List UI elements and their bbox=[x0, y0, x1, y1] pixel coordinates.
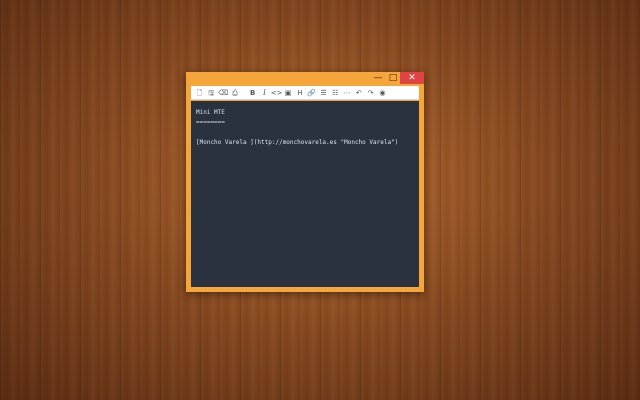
preview-icon[interactable]: ◉ bbox=[377, 87, 388, 99]
undo-icon[interactable]: ↶ bbox=[353, 87, 364, 99]
unordered-list-icon[interactable]: ☷ bbox=[330, 87, 341, 99]
horizontal-rule-icon[interactable]: ⋯ bbox=[342, 87, 353, 99]
close-button[interactable]: ✕ bbox=[400, 72, 424, 84]
image-icon[interactable]: ▣ bbox=[283, 87, 294, 99]
title-bar[interactable]: — □ ✕ bbox=[186, 72, 424, 86]
editor-line: [Moncho Varela ](http://monchovarela.es … bbox=[196, 139, 399, 146]
italic-icon[interactable]: I bbox=[259, 87, 270, 99]
code-icon[interactable]: <> bbox=[271, 87, 283, 99]
print-icon[interactable]: ⎙ bbox=[229, 87, 240, 99]
editor-window: — □ ✕ 🗋 🖫 ⌫ ⎙ B I <> ▣ H 🔗 ☰ ☷ ⋯ ↶ ↷ ◉ Mini MTE ========… bbox=[186, 72, 424, 292]
bold-icon[interactable]: B bbox=[247, 87, 258, 99]
editor-line: ======== bbox=[196, 119, 225, 126]
minimize-button[interactable]: — bbox=[371, 72, 385, 84]
markdown-toolbar: 🗋 🖫 ⌫ ⎙ B I <> ▣ H 🔗 ☰ ☷ ⋯ ↶ ↷ ◉ bbox=[191, 86, 419, 100]
eraser-icon[interactable]: ⌫ bbox=[218, 87, 229, 99]
redo-icon[interactable]: ↷ bbox=[365, 87, 376, 99]
editor-line: Mini MTE bbox=[196, 109, 225, 116]
link-icon[interactable]: 🔗 bbox=[306, 87, 317, 99]
markdown-editor[interactable]: Mini MTE ======== [Moncho Varela ](http://… bbox=[191, 101, 419, 287]
save-icon[interactable]: 🖫 bbox=[206, 87, 217, 99]
maximize-button[interactable]: □ bbox=[386, 72, 400, 84]
heading-icon[interactable]: H bbox=[294, 87, 305, 99]
ordered-list-icon[interactable]: ☰ bbox=[318, 87, 329, 99]
new-file-icon[interactable]: 🗋 bbox=[194, 87, 205, 99]
